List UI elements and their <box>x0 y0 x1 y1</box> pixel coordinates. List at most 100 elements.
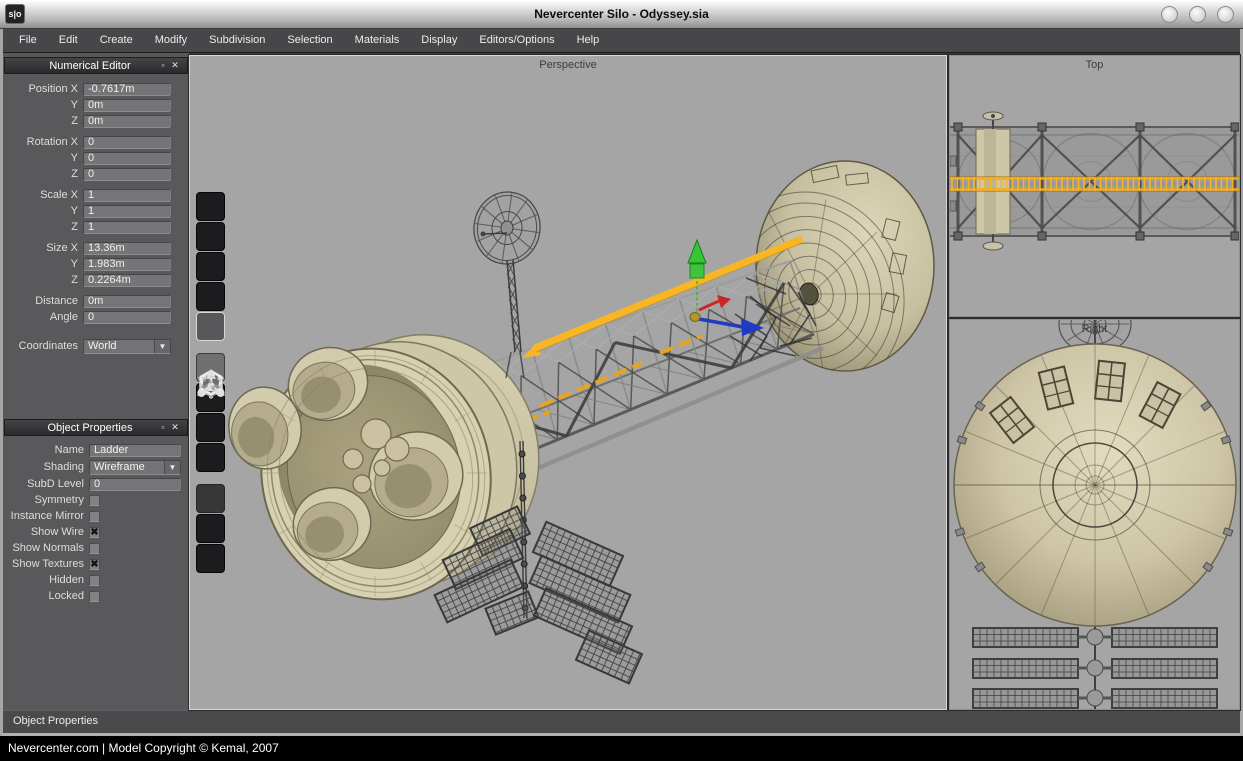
numerical-input-position-x-0[interactable] <box>83 83 171 96</box>
menu-item-help[interactable]: Help <box>566 29 611 52</box>
viewport-toolbar <box>196 192 226 574</box>
chevron-down-icon[interactable]: ▼ <box>154 340 170 353</box>
shading-label: Shading <box>3 461 89 473</box>
perspective-viewport[interactable]: Perspective <box>189 55 947 710</box>
numerical-editor-header[interactable]: □ Numerical Editor ▫ ✕ <box>4 57 188 74</box>
numerical-label-y-7: Y <box>3 205 83 217</box>
subd-level-label: SubD Level <box>3 478 89 490</box>
gizmo-center-handle[interactable] <box>690 313 700 322</box>
numerical-label-scale-x-6: Scale X <box>3 189 83 201</box>
name-input[interactable] <box>89 444 181 457</box>
subd-level-input[interactable] <box>89 478 181 491</box>
numerical-input-scale-x-6[interactable] <box>83 189 171 202</box>
chevron-down-icon[interactable]: ▼ <box>164 461 180 474</box>
app-logo-icon: s|o <box>5 4 25 24</box>
numerical-input-z-11[interactable] <box>83 274 171 287</box>
numerical-input-angle-13[interactable] <box>83 311 171 324</box>
object-properties-panel: □ Object Properties ▫ ✕ Name Shading Wir… <box>3 419 189 604</box>
gizmo-y-handle[interactable] <box>690 264 704 278</box>
numerical-input-rotation-x-3[interactable] <box>83 136 171 149</box>
panel-minimize-icon[interactable]: ▫ <box>157 58 169 73</box>
coordinates-dropdown[interactable]: World ▼ <box>83 339 171 354</box>
menu-item-materials[interactable]: Materials <box>344 29 411 52</box>
numerical-label-rotation-x-3: Rotation X <box>3 136 83 148</box>
window-button-maximize[interactable] <box>1189 6 1206 23</box>
numerical-row-5: Z <box>3 166 189 182</box>
numerical-editor-title: Numerical Editor <box>23 60 157 72</box>
sidebar: □ Numerical Editor ▫ ✕ Position XYZRotat… <box>3 53 189 710</box>
show-textures-checkbox[interactable]: ✖ <box>89 559 100 570</box>
numerical-editor-panel: □ Numerical Editor ▫ ✕ Position XYZRotat… <box>3 57 189 355</box>
top-viewport[interactable]: Top <box>949 55 1240 317</box>
coordinates-label: Coordinates <box>3 340 83 352</box>
panel-close-icon[interactable]: ✕ <box>169 58 181 73</box>
menu-item-modify[interactable]: Modify <box>144 29 198 52</box>
symmetry-checkbox[interactable] <box>89 495 100 506</box>
window-title: Nevercenter Silo - Odyssey.sia <box>0 0 1243 28</box>
symmetry-label: Symmetry <box>3 494 89 506</box>
numerical-label-z-2: Z <box>3 115 83 127</box>
instance-mirror-label: Instance Mirror <box>3 510 89 522</box>
numerical-input-size-x-9[interactable] <box>83 242 171 255</box>
numerical-row-1: Y <box>3 97 189 113</box>
shading-dropdown[interactable]: Wireframe ▼ <box>89 460 181 475</box>
numerical-input-y-4[interactable] <box>83 152 171 165</box>
numerical-input-z-5[interactable] <box>83 168 171 181</box>
numerical-row-12: Distance <box>3 293 189 309</box>
numerical-label-distance-12: Distance <box>3 295 83 307</box>
status-bar: Object Properties <box>3 710 1240 736</box>
show-normals-checkbox[interactable] <box>89 543 100 554</box>
show-normals-label: Show Normals <box>3 542 89 554</box>
numerical-input-z-8[interactable] <box>83 221 171 234</box>
perspective-scene <box>190 56 946 709</box>
numerical-row-8: Z <box>3 219 189 235</box>
title-bar: s|o Nevercenter Silo - Odyssey.sia <box>0 0 1243 29</box>
hidden-checkbox[interactable] <box>89 575 100 586</box>
coordinates-row: Coordinates World ▼ <box>3 337 189 355</box>
menu-item-selection[interactable]: Selection <box>276 29 343 52</box>
hidden-label: Hidden <box>3 574 89 586</box>
bottom-credit-bar: Nevercenter.com | Model Copyright © Kema… <box>0 736 1243 761</box>
numerical-input-y-1[interactable] <box>83 99 171 112</box>
coordinates-value: World <box>84 340 154 353</box>
numerical-label-y-10: Y <box>3 258 83 270</box>
numerical-row-3: Rotation X <box>3 134 189 150</box>
locked-checkbox[interactable] <box>89 591 100 602</box>
subd-level-row: SubD Level <box>3 476 189 492</box>
lasso-select-button[interactable] <box>196 544 225 573</box>
numerical-row-13: Angle <box>3 309 189 325</box>
menu-item-file[interactable]: File <box>8 29 48 52</box>
menu-item-edit[interactable]: Edit <box>48 29 89 52</box>
numerical-row-0: Position X <box>3 81 189 97</box>
menu-item-create[interactable]: Create <box>89 29 144 52</box>
panel-close-icon[interactable]: ✕ <box>169 420 181 435</box>
top-scene <box>950 56 1239 316</box>
numerical-input-distance-12[interactable] <box>83 295 171 308</box>
viewport-area: Perspective <box>189 53 1240 710</box>
window-button-close[interactable] <box>1217 6 1234 23</box>
numerical-row-7: Y <box>3 203 189 219</box>
show-textures-label: Show Textures <box>3 558 89 570</box>
menu-item-editors-options[interactable]: Editors/Options <box>468 29 565 52</box>
silo-app-window: s|o Nevercenter Silo - Odyssey.sia FileE… <box>0 0 1243 761</box>
numerical-input-z-2[interactable] <box>83 115 171 128</box>
name-label: Name <box>3 444 89 456</box>
right-viewport[interactable]: Right <box>949 319 1240 710</box>
menu-item-subdivision[interactable]: Subdivision <box>198 29 276 52</box>
show-wire-row: Show Wire✖ <box>3 524 189 540</box>
menu-item-display[interactable]: Display <box>410 29 468 52</box>
numerical-input-y-7[interactable] <box>83 205 171 218</box>
manipulator-gizmo[interactable] <box>688 240 764 336</box>
numerical-label-z-11: Z <box>3 274 83 286</box>
show-wire-checkbox[interactable]: ✖ <box>89 527 100 538</box>
object-properties-header[interactable]: □ Object Properties ▫ ✕ <box>4 419 188 436</box>
numerical-input-y-10[interactable] <box>83 258 171 271</box>
instance-mirror-checkbox[interactable] <box>89 511 100 522</box>
panel-minimize-icon[interactable]: ▫ <box>157 420 169 435</box>
gizmo-y-arrow[interactable] <box>688 240 706 263</box>
locked-label: Locked <box>3 590 89 602</box>
numerical-label-size-x-9: Size X <box>3 242 83 254</box>
numerical-label-angle-13: Angle <box>3 311 83 323</box>
window-button-minimize[interactable] <box>1161 6 1178 23</box>
gizmo-z-axis[interactable] <box>699 319 743 327</box>
